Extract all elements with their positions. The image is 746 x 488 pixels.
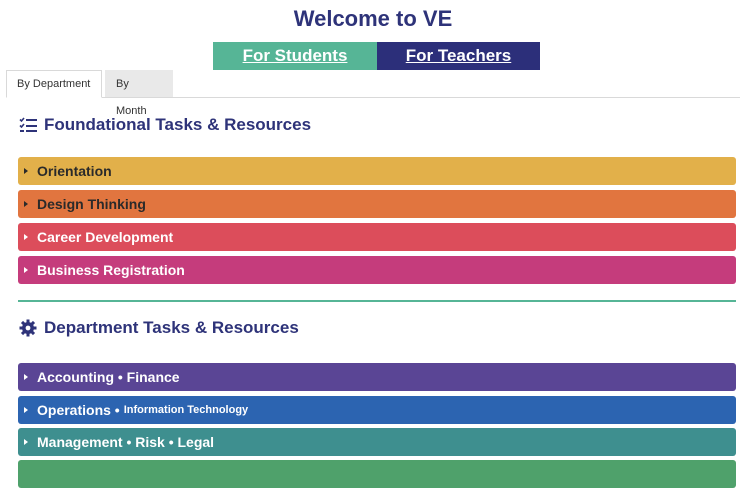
accordion-management-risk-legal[interactable]: Management • Risk • Legal [18,428,736,456]
tab-by-department[interactable]: By Department [6,70,102,98]
caret-right-icon [24,168,28,174]
caret-right-icon [24,267,28,273]
accordion-label: Accounting • Finance [37,369,180,385]
accordion-label: Design Thinking [37,196,146,212]
tab-by-month[interactable]: By Month [105,70,173,117]
checklist-icon [18,116,38,134]
accordion-business-registration[interactable]: Business Registration [18,256,736,284]
caret-right-icon [24,234,28,240]
for-teachers-button[interactable]: For Teachers [377,42,540,70]
department-section-heading: Department Tasks & Resources [18,318,299,338]
for-students-button[interactable]: For Students [213,42,377,70]
tabs-divider [6,97,740,98]
accordion-label: Operations • [37,402,120,418]
accordion-operations-it[interactable]: Operations • Information Technology [18,396,736,424]
caret-right-icon [24,439,28,445]
page-title: Welcome to VE [293,6,453,31]
accordion-orientation[interactable]: Orientation [18,157,736,185]
accordion-label: Orientation [37,163,112,179]
caret-right-icon [24,201,28,207]
foundational-section-title: Foundational Tasks & Resources [44,115,312,134]
accordion-sublabel: Information Technology [123,404,249,416]
caret-right-icon [24,374,28,380]
accordion-label: Business Registration [37,262,185,278]
caret-right-icon [24,407,28,413]
department-section-title: Department Tasks & Resources [44,318,299,337]
foundational-section-heading: Foundational Tasks & Resources [18,115,311,135]
accordion-design-thinking[interactable]: Design Thinking [18,190,736,218]
accordion-next-partial[interactable] [18,460,736,488]
accordion-accounting-finance[interactable]: Accounting • Finance [18,363,736,391]
accordion-label: Career Development [37,229,174,245]
section-divider [18,300,736,302]
accordion-label: Management • Risk • Legal [37,434,215,450]
accordion-career-development[interactable]: Career Development [18,223,736,251]
gear-icon [18,319,38,337]
